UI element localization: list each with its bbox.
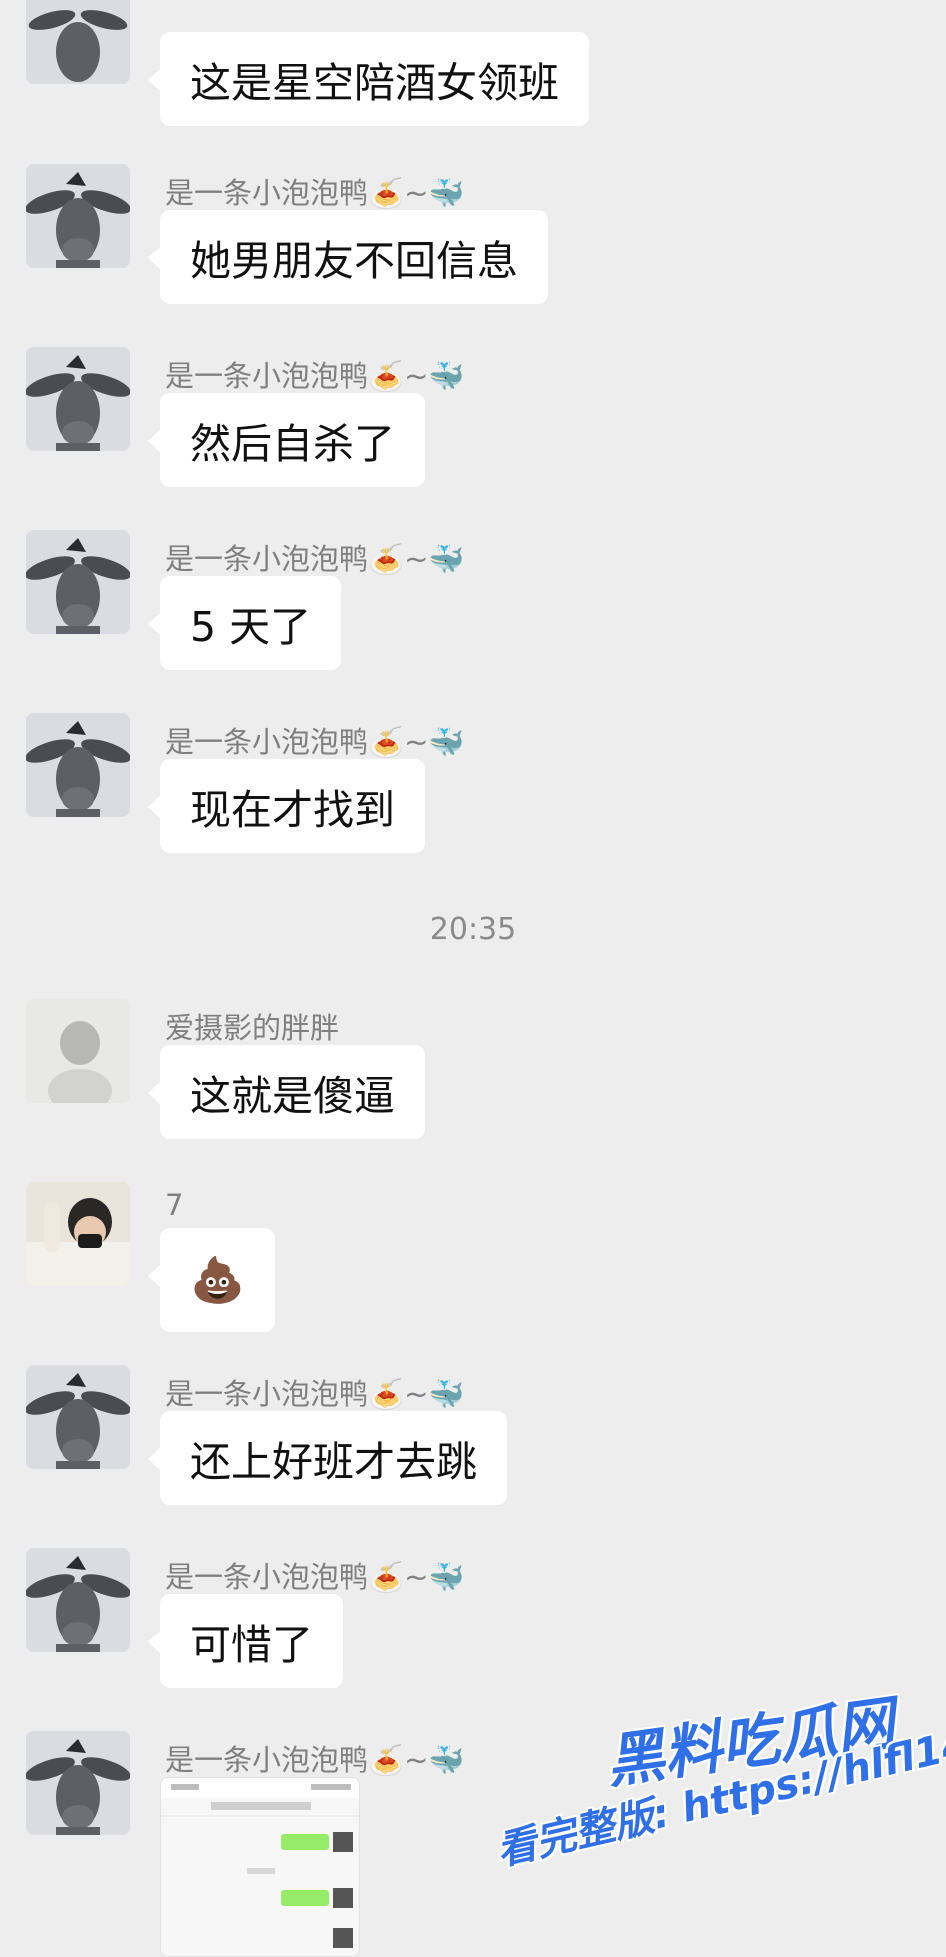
timestamp-separator: 20:35 — [429, 912, 517, 947]
donkey-avatar[interactable] — [26, 1731, 130, 1835]
donkey-avatar[interactable] — [26, 347, 130, 451]
message-bubble[interactable]: 可惜了 — [148, 1594, 343, 1688]
sender-name: 是一条小泡泡鸭🍝~🐳 — [165, 1743, 465, 1777]
person-avatar[interactable] — [26, 1182, 130, 1286]
donkey-avatar[interactable] — [26, 164, 130, 268]
message-bubble[interactable]: 还上好班才去跳 — [148, 1411, 507, 1505]
sender-name: 爱摄影的胖胖 — [165, 1011, 340, 1045]
image-message[interactable] — [160, 1777, 360, 1957]
sender-name: 是一条小泡泡鸭🍝~🐳 — [165, 176, 465, 210]
message-bubble[interactable]: 这就是傻逼 — [148, 1045, 425, 1139]
donkey-avatar[interactable] — [26, 713, 130, 817]
sender-name: 是一条小泡泡鸭🍝~🐳 — [165, 542, 465, 576]
donkey-avatar[interactable] — [26, 0, 130, 84]
sender-name: 是一条小泡泡鸭🍝~🐳 — [165, 1560, 465, 1594]
message-bubble[interactable]: 5 天了 — [147, 576, 342, 670]
message-bubble[interactable]: 她男朋友不回信息 — [148, 210, 548, 304]
message-bubble[interactable]: 这是星空陪酒女领班 — [148, 32, 589, 126]
photo-avatar[interactable] — [26, 999, 130, 1103]
message-bubble[interactable]: 然后自杀了 — [148, 393, 425, 487]
sender-name: 7 — [165, 1188, 184, 1222]
donkey-avatar[interactable] — [26, 530, 130, 634]
donkey-avatar[interactable] — [26, 1365, 130, 1469]
sender-name: 是一条小泡泡鸭🍝~🐳 — [165, 725, 465, 759]
sender-name: 是一条小泡泡鸭🍝~🐳 — [165, 1377, 465, 1411]
message-bubble[interactable]: 现在才找到 — [148, 759, 425, 853]
sender-name: 是一条小泡泡鸭🍝~🐳 — [165, 359, 465, 393]
donkey-avatar[interactable] — [26, 1548, 130, 1652]
message-bubble[interactable]: 💩 — [148, 1228, 275, 1332]
